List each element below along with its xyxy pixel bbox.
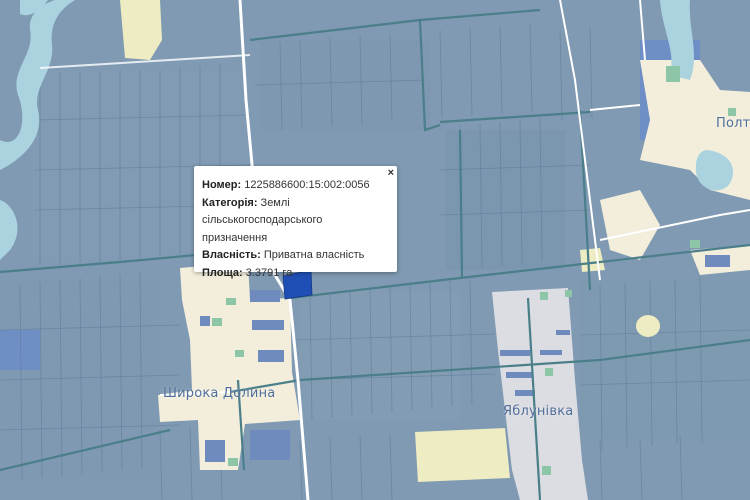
popup-label-category: Категорія:	[202, 196, 258, 209]
close-icon[interactable]: ×	[388, 168, 394, 179]
place-label-polt: Полт	[716, 116, 750, 131]
popup-label-area: Площа:	[202, 266, 243, 279]
popup-label-ownership: Власність:	[202, 249, 261, 262]
popup-row-area: Площа: 3.3791 га	[202, 265, 389, 283]
popup-value-number: 1225886600:15:002:0056	[244, 179, 370, 191]
popup-row-number: Номер: 1225886600:15:002:0056	[202, 177, 389, 195]
popup-label-number: Номер:	[202, 179, 242, 191]
popup-value-ownership: Приватна власність	[263, 249, 365, 262]
popup-row-category: Категорія: Землі сільськогосподарського …	[202, 195, 389, 248]
popup-row-ownership: Власність: Приватна власність	[202, 247, 389, 265]
popup-value-area: 3.3791 га	[245, 266, 293, 279]
place-label-yablunivka: Яблунівка	[503, 404, 574, 419]
place-label-shyroka-dolyna: Широка Долина	[163, 386, 276, 401]
parcel-info-popup: × Номер: 1225886600:15:002:0056 Категорі…	[194, 166, 397, 279]
